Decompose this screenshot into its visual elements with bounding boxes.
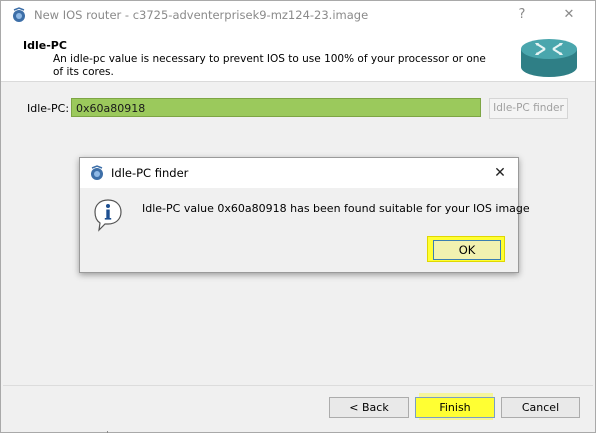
- dialog-title: Idle-PC finder: [111, 166, 189, 180]
- footer-divider: [3, 385, 593, 386]
- dialog-title-bar: Idle-PC finder ✕: [80, 158, 518, 188]
- ok-button-label: OK: [433, 240, 501, 260]
- idle-pc-label: Idle-PC:: [27, 102, 70, 115]
- ok-button[interactable]: OK: [427, 236, 505, 262]
- info-icon: [94, 199, 122, 232]
- back-button[interactable]: < Back: [329, 397, 409, 418]
- idle-pc-finder-dialog: Idle-PC finder ✕ Idle-PC value 0x60a8091…: [79, 157, 530, 273]
- title-bar: New IOS router - c3725-adventerprisek9-m…: [1, 1, 595, 29]
- router-icon: [521, 39, 577, 77]
- cancel-button[interactable]: Cancel: [501, 397, 580, 418]
- dialog-message: Idle-PC value 0x60a80918 has been found …: [142, 202, 530, 215]
- idle-pc-finder-button[interactable]: Idle-PC finder: [489, 98, 568, 119]
- idle-pc-input[interactable]: 0x60a80918: [71, 98, 481, 117]
- finish-button[interactable]: Finish: [415, 397, 495, 418]
- window-close-button[interactable]: ✕: [557, 5, 581, 25]
- page-title: Idle-PC: [23, 39, 67, 52]
- window-title: New IOS router - c3725-adventerprisek9-m…: [34, 8, 369, 22]
- page-description: An idle-pc value is necessary to prevent…: [53, 53, 486, 78]
- wizard-header: Idle-PC An idle-pc value is necessary to…: [1, 29, 595, 82]
- dialog-close-button[interactable]: ✕: [490, 163, 510, 183]
- gns3-app-icon: [13, 7, 25, 22]
- wizard-window: New IOS router - c3725-adventerprisek9-m…: [0, 0, 596, 433]
- gns3-dialog-icon: [91, 165, 103, 180]
- help-button[interactable]: ?: [511, 5, 533, 25]
